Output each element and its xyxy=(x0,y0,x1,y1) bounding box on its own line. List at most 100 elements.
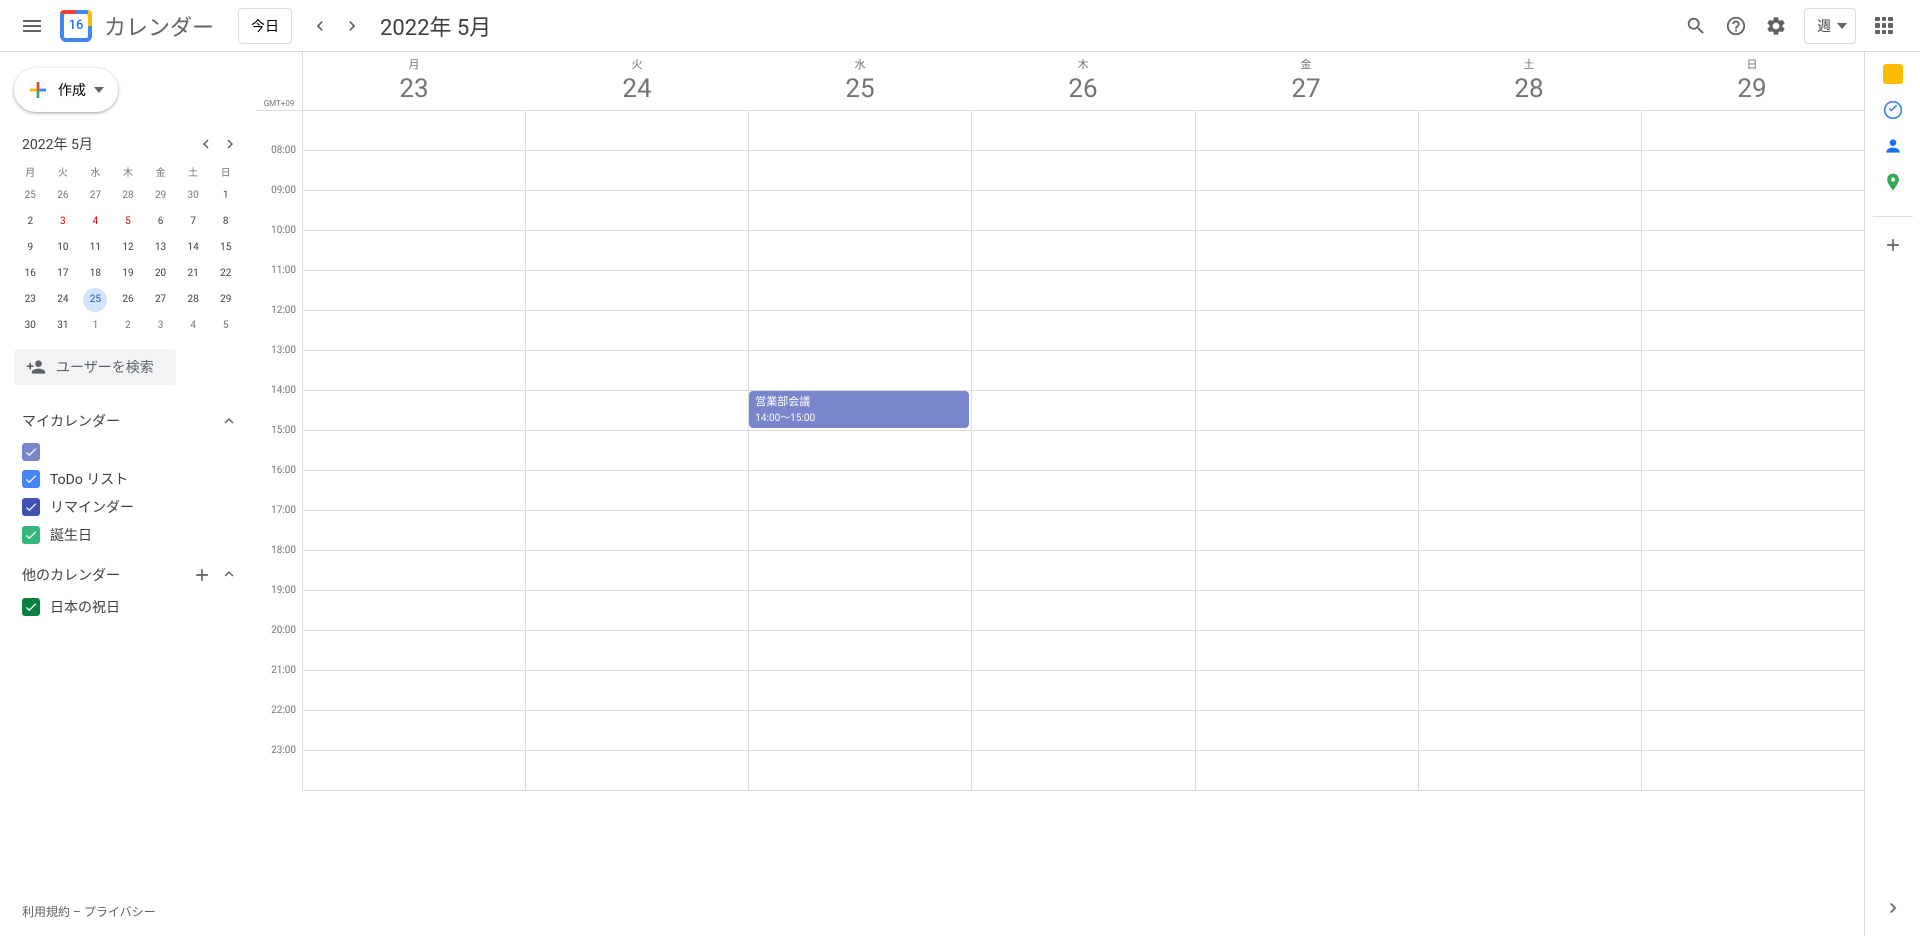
mini-cal-day[interactable]: 30 xyxy=(181,184,205,208)
mini-cal-day[interactable]: 28 xyxy=(116,184,140,208)
main-menu-button[interactable] xyxy=(8,2,56,50)
hour-cell[interactable] xyxy=(1642,711,1864,751)
hour-cell[interactable] xyxy=(1642,231,1864,271)
calendar-checkbox[interactable] xyxy=(22,443,40,461)
hour-cell[interactable] xyxy=(1642,431,1864,471)
add-addon-button[interactable] xyxy=(1873,216,1913,256)
mini-cal-day[interactable]: 14 xyxy=(181,236,205,260)
hour-cell[interactable] xyxy=(526,431,748,471)
hour-cell[interactable] xyxy=(1196,311,1418,351)
mini-cal-day[interactable]: 25 xyxy=(83,288,107,312)
hour-cell[interactable] xyxy=(749,191,971,231)
mini-cal-day[interactable]: 8 xyxy=(214,210,238,234)
hour-cell[interactable] xyxy=(1642,471,1864,511)
hour-cell[interactable] xyxy=(1419,551,1641,591)
hour-cell[interactable] xyxy=(1419,671,1641,711)
hour-cell[interactable] xyxy=(1642,311,1864,351)
hour-cell[interactable] xyxy=(526,471,748,511)
hour-cell[interactable] xyxy=(526,111,748,151)
hour-cell[interactable] xyxy=(1419,431,1641,471)
hour-cell[interactable] xyxy=(749,151,971,191)
mini-cal-day[interactable]: 10 xyxy=(51,236,75,260)
calendar-checkbox[interactable] xyxy=(22,598,40,616)
hour-cell[interactable] xyxy=(1419,391,1641,431)
mini-cal-day[interactable]: 26 xyxy=(116,288,140,312)
calendar-grid-scroll[interactable]: 08:0009:0010:0011:0012:0013:0014:0015:00… xyxy=(256,111,1864,936)
hour-cell[interactable] xyxy=(972,751,1194,791)
hour-cell[interactable] xyxy=(972,391,1194,431)
mini-cal-day[interactable]: 2 xyxy=(18,210,42,234)
calendar-grid[interactable]: 営業部会議14:00～15:00 xyxy=(302,111,1864,791)
hour-cell[interactable] xyxy=(972,431,1194,471)
hour-cell[interactable] xyxy=(749,511,971,551)
hour-cell[interactable] xyxy=(972,351,1194,391)
privacy-link[interactable]: プライバシー xyxy=(84,905,156,919)
keep-app-icon[interactable] xyxy=(1883,64,1903,84)
hour-cell[interactable] xyxy=(1196,431,1418,471)
hour-cell[interactable] xyxy=(1642,391,1864,431)
day-header[interactable]: 木26 xyxy=(972,52,1195,110)
mini-cal-day[interactable]: 12 xyxy=(116,236,140,260)
hour-cell[interactable] xyxy=(1196,631,1418,671)
mini-cal-day[interactable]: 17 xyxy=(51,262,75,286)
hour-cell[interactable] xyxy=(972,631,1194,671)
create-button[interactable]: 作成 xyxy=(14,68,118,112)
hour-cell[interactable] xyxy=(1642,671,1864,711)
hour-cell[interactable] xyxy=(1196,471,1418,511)
calendar-logo[interactable]: 16 xyxy=(56,6,96,46)
hour-cell[interactable] xyxy=(1196,551,1418,591)
hour-cell[interactable] xyxy=(1419,351,1641,391)
day-column[interactable] xyxy=(1642,111,1864,791)
hour-cell[interactable] xyxy=(1196,351,1418,391)
hour-cell[interactable] xyxy=(1419,591,1641,631)
hour-cell[interactable] xyxy=(303,471,525,511)
hour-cell[interactable] xyxy=(972,111,1194,151)
hour-cell[interactable] xyxy=(303,351,525,391)
day-column[interactable] xyxy=(1196,111,1419,791)
hour-cell[interactable] xyxy=(972,311,1194,351)
mini-cal-day[interactable]: 4 xyxy=(181,314,205,338)
hour-cell[interactable] xyxy=(526,151,748,191)
calendar-list-item[interactable]: リマインダー xyxy=(14,493,242,521)
calendar-list-item[interactable]: 誕生日 xyxy=(14,521,242,549)
hour-cell[interactable] xyxy=(1419,151,1641,191)
terms-link[interactable]: 利用規約 xyxy=(22,905,70,919)
hour-cell[interactable] xyxy=(1419,751,1641,791)
hour-cell[interactable] xyxy=(303,511,525,551)
calendar-event[interactable]: 営業部会議14:00～15:00 xyxy=(749,391,969,428)
hour-cell[interactable] xyxy=(1642,631,1864,671)
tasks-app-icon[interactable] xyxy=(1883,100,1903,120)
search-button[interactable] xyxy=(1676,6,1716,46)
hour-cell[interactable] xyxy=(749,711,971,751)
settings-button[interactable] xyxy=(1756,6,1796,46)
hour-cell[interactable] xyxy=(1642,191,1864,231)
hour-cell[interactable] xyxy=(1642,351,1864,391)
hour-cell[interactable] xyxy=(526,711,748,751)
hour-cell[interactable] xyxy=(972,191,1194,231)
mini-cal-day[interactable]: 3 xyxy=(149,314,173,338)
hour-cell[interactable] xyxy=(526,751,748,791)
my-calendars-toggle[interactable]: マイカレンダー xyxy=(14,403,242,439)
hour-cell[interactable] xyxy=(749,631,971,671)
hour-cell[interactable] xyxy=(1196,151,1418,191)
hour-cell[interactable] xyxy=(1642,151,1864,191)
hour-cell[interactable] xyxy=(303,671,525,711)
mini-cal-day[interactable]: 6 xyxy=(149,210,173,234)
hour-cell[interactable] xyxy=(1196,591,1418,631)
contacts-app-icon[interactable] xyxy=(1883,136,1903,156)
mini-cal-day[interactable]: 31 xyxy=(51,314,75,338)
hour-cell[interactable] xyxy=(1196,391,1418,431)
hour-cell[interactable] xyxy=(749,431,971,471)
mini-cal-next-button[interactable] xyxy=(218,132,242,156)
hour-cell[interactable] xyxy=(1196,671,1418,711)
hour-cell[interactable] xyxy=(526,631,748,671)
day-header[interactable]: 金27 xyxy=(1195,52,1418,110)
day-column[interactable] xyxy=(303,111,526,791)
hour-cell[interactable] xyxy=(1419,711,1641,751)
mini-cal-day[interactable]: 16 xyxy=(18,262,42,286)
hour-cell[interactable] xyxy=(749,111,971,151)
hour-cell[interactable] xyxy=(303,191,525,231)
hour-cell[interactable] xyxy=(1419,231,1641,271)
mini-cal-day[interactable]: 15 xyxy=(214,236,238,260)
hour-cell[interactable] xyxy=(526,351,748,391)
